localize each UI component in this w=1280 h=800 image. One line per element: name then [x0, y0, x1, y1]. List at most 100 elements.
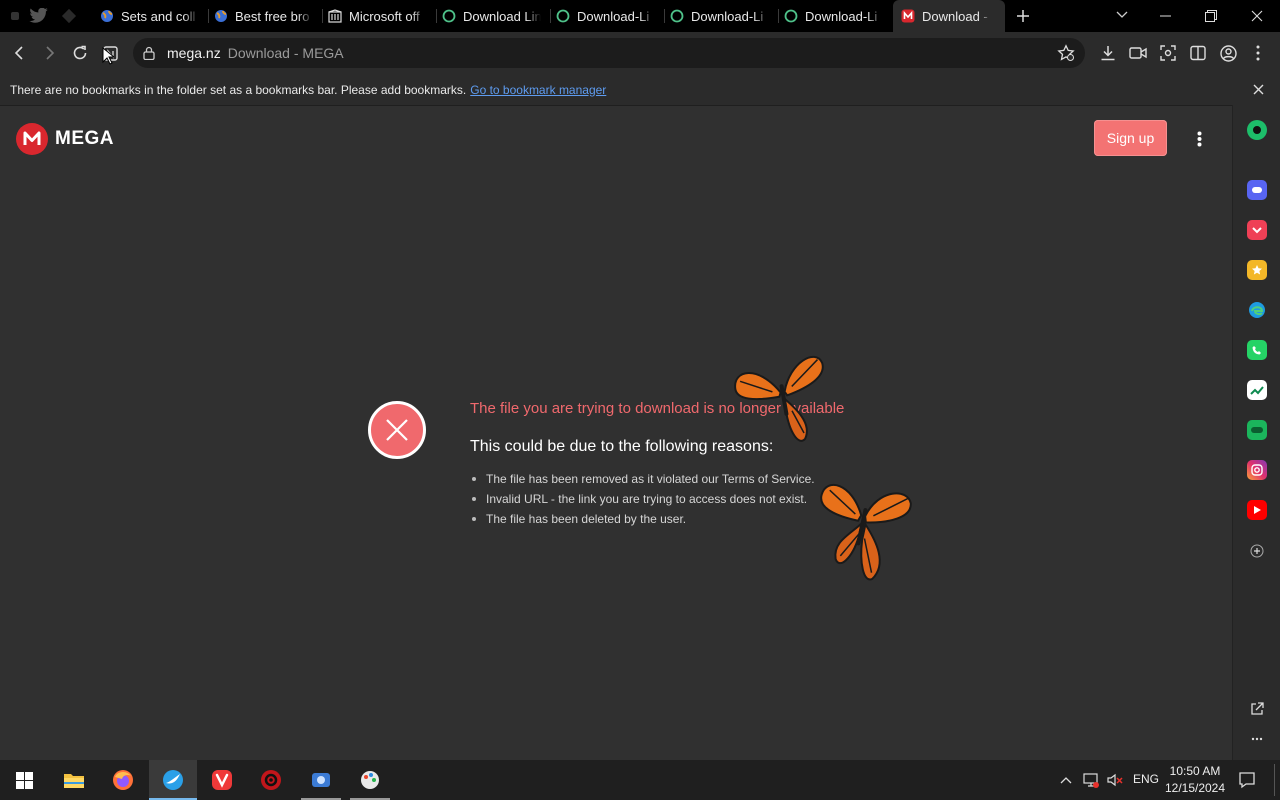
bookmark-manager-link[interactable]: Go to bookmark manager	[470, 83, 606, 97]
clock[interactable]: 10:50 AM 12/15/2024	[1160, 763, 1230, 797]
restore-icon	[1205, 10, 1217, 22]
mega-icon	[901, 9, 915, 23]
tab-download-link-2[interactable]: Download-Li	[556, 0, 662, 32]
tab-download-mega[interactable]: Download -	[893, 0, 1005, 32]
screenshot-icon	[1160, 45, 1176, 61]
chat-icon	[1252, 187, 1262, 193]
pinned-tab-1[interactable]	[4, 0, 26, 32]
firefox-icon	[113, 770, 133, 790]
sidebar-instagram-button[interactable]	[1247, 460, 1267, 480]
tab-label: Download-Li	[577, 8, 650, 24]
circle-icon	[784, 9, 798, 23]
bookmarks-bar: There are no bookmarks in the folder set…	[0, 74, 1280, 105]
network-icon	[1083, 773, 1099, 788]
camera-icon	[1251, 464, 1263, 476]
volume-tray-button[interactable]	[1106, 771, 1124, 789]
taskbar-firefox[interactable]	[99, 760, 147, 800]
sidebar-gaming-button[interactable]	[1247, 420, 1267, 440]
building-icon	[328, 9, 342, 23]
lock-icon	[143, 46, 155, 60]
tab-download-link-4[interactable]: Download-Li	[784, 0, 890, 32]
bird-icon	[29, 8, 48, 23]
restore-button[interactable]	[1188, 0, 1234, 32]
sidebar-stocks-button[interactable]	[1247, 380, 1267, 400]
tab-best-free-browser[interactable]: Best free bro	[214, 0, 320, 32]
butterfly-icon	[820, 483, 912, 581]
taskbar-vivaldi[interactable]	[198, 760, 246, 800]
tab-download-link-3[interactable]: Download-Li	[670, 0, 776, 32]
sidebar-open-external-button[interactable]	[1247, 699, 1267, 719]
new-tab-button[interactable]	[1011, 5, 1035, 27]
signup-button[interactable]: Sign up	[1094, 120, 1167, 156]
profile-button[interactable]	[1218, 43, 1238, 63]
sidebar-favorites-button[interactable]	[1247, 260, 1267, 280]
back-arrow-icon	[14, 46, 23, 60]
page-content: MEGA Sign up The file you are trying to …	[0, 105, 1232, 760]
app-icon	[312, 773, 330, 787]
mega-logo[interactable]: MEGA	[16, 123, 114, 155]
back-button[interactable]	[10, 43, 30, 63]
globe-icon	[215, 10, 227, 22]
sidebar-messenger-button[interactable]	[1247, 180, 1267, 200]
split-screen-icon	[1190, 45, 1206, 61]
plus-icon	[1017, 10, 1029, 22]
bookmarks-empty-message: There are no bookmarks in the folder set…	[10, 82, 467, 97]
video-capture-button[interactable]	[1128, 43, 1148, 63]
sidebar-add-button[interactable]	[1247, 541, 1267, 561]
start-button[interactable]	[0, 760, 48, 800]
sidebar-whatsapp-button[interactable]	[1247, 340, 1267, 360]
notification-icon	[1239, 772, 1255, 789]
tab-label: Download-Li	[805, 8, 878, 24]
page-menu-button[interactable]	[1190, 128, 1208, 150]
notifications-button[interactable]	[1238, 771, 1258, 789]
sidebar-more-button[interactable]	[1247, 729, 1267, 749]
pinned-tab-twitter[interactable]	[26, 0, 52, 32]
clock-date: 12/15/2024	[1164, 781, 1226, 795]
network-tray-button[interactable]	[1082, 771, 1100, 789]
show-hidden-icons-button[interactable]	[1058, 772, 1074, 788]
tab-microsoft-office[interactable]: Microsoft off	[328, 0, 434, 32]
sidebar-edge-button[interactable]	[1247, 300, 1267, 320]
more-horizontal-icon	[1251, 737, 1263, 741]
sidebar-vpn-button[interactable]	[1247, 120, 1267, 140]
tab-search-button[interactable]	[1110, 5, 1134, 25]
taskbar-app-pinned-1[interactable]	[297, 760, 345, 800]
downloads-button[interactable]	[1098, 43, 1118, 63]
tab-download-link-1[interactable]: Download Lin	[442, 0, 548, 32]
circle-icon	[670, 9, 684, 23]
tab-label: Sets and coll	[121, 8, 196, 24]
sidebar-youtube-button[interactable]	[1247, 500, 1267, 520]
tab-strip: Sets and coll Best free bro Microsoft of…	[0, 0, 1280, 32]
browser-menu-button[interactable]	[1248, 43, 1268, 63]
taskbar-app-pinned-2[interactable]	[346, 760, 394, 800]
taskbar-security-app[interactable]	[247, 760, 295, 800]
screenshot-button[interactable]	[1158, 43, 1178, 63]
chevron-down-icon	[1116, 11, 1128, 18]
browser-sidebar	[1232, 105, 1280, 760]
language-indicator[interactable]: ENG	[1133, 772, 1159, 786]
reload-button[interactable]	[70, 43, 90, 63]
forward-button[interactable]	[39, 43, 59, 63]
volume-muted-icon	[1107, 773, 1123, 787]
minimize-button[interactable]	[1142, 0, 1188, 32]
clock-time: 10:50 AM	[1169, 764, 1221, 778]
tab-label: Best free bro	[235, 8, 310, 24]
error-x-icon	[368, 401, 426, 459]
chevron-up-icon	[1060, 777, 1072, 784]
taskbar-maxthon-browser[interactable]	[149, 760, 197, 800]
taskbar-file-explorer[interactable]	[50, 760, 98, 800]
favorite-star-icon[interactable]	[1057, 44, 1075, 62]
close-icon[interactable]	[1253, 84, 1264, 95]
video-camera-icon	[1129, 47, 1147, 59]
external-link-icon	[1251, 702, 1264, 715]
globe-icon	[101, 10, 113, 22]
close-window-button[interactable]	[1234, 0, 1280, 32]
pocket-icon	[1252, 227, 1262, 234]
vivaldi-icon	[212, 770, 232, 790]
biohazard-icon	[261, 770, 281, 790]
pinned-tab-3[interactable]	[58, 0, 80, 32]
tab-sets-and-collections[interactable]: Sets and coll	[100, 0, 206, 32]
split-view-button[interactable]	[1188, 43, 1208, 63]
sidebar-pocket-button[interactable]	[1247, 220, 1267, 240]
address-bar[interactable]: mega.nz Download - MEGA	[133, 38, 1085, 68]
